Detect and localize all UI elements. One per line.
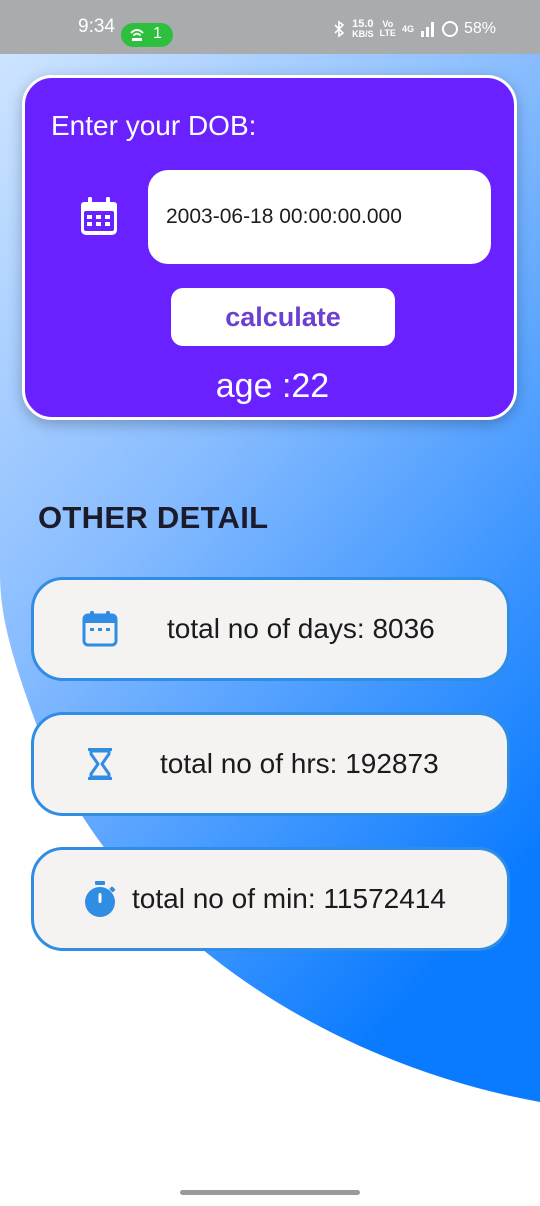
calendar-icon[interactable] bbox=[78, 196, 120, 238]
hotspot-indicator: 1 bbox=[121, 23, 173, 47]
battery-level: 58% bbox=[463, 20, 496, 37]
network-type: 4G bbox=[401, 23, 414, 34]
hotspot-icon bbox=[130, 29, 144, 41]
status-icons: 15.0 KB/S Vo LTE 4G 58% bbox=[332, 17, 496, 41]
dob-label: Enter your DOB: bbox=[51, 110, 257, 141]
hourglass-icon bbox=[88, 748, 112, 780]
home-indicator[interactable] bbox=[180, 1190, 360, 1195]
calculate-button[interactable]: calculate bbox=[171, 288, 395, 346]
hotspot-count: 1 bbox=[153, 25, 162, 42]
bluetooth-icon bbox=[334, 20, 345, 38]
section-heading: OTHER DETAIL bbox=[38, 500, 269, 535]
total-minutes-text: total no of min: 11572414 bbox=[132, 883, 446, 914]
detail-card-hours: total no of hrs: 192873 bbox=[31, 712, 510, 816]
detail-card-days: total no of days: 8036 bbox=[31, 577, 510, 681]
calendar-icon bbox=[82, 611, 118, 647]
signal-icon bbox=[420, 22, 434, 37]
detail-card-minutes: total no of min: 11572414 bbox=[31, 847, 510, 951]
status-time: 9:34 bbox=[78, 16, 115, 37]
status-bar: 9:34 1 15.0 KB/S Vo LTE 4G 58% bbox=[0, 0, 540, 54]
total-hours-text: total no of hrs: 192873 bbox=[160, 748, 439, 779]
volte-bottom: LTE bbox=[379, 28, 396, 38]
battery-icon bbox=[441, 21, 458, 37]
volte-indicator: Vo LTE bbox=[380, 20, 396, 38]
total-days-text: total no of days: 8036 bbox=[167, 613, 435, 644]
dob-card: Enter your DOB: calculate age :22 bbox=[22, 75, 517, 420]
timer-icon bbox=[85, 881, 116, 917]
age-result: age :22 bbox=[215, 367, 330, 405]
dob-input[interactable] bbox=[148, 170, 491, 264]
net-speed: 15.0 KB/S bbox=[352, 19, 374, 39]
net-speed-unit: KB/S bbox=[352, 29, 374, 39]
